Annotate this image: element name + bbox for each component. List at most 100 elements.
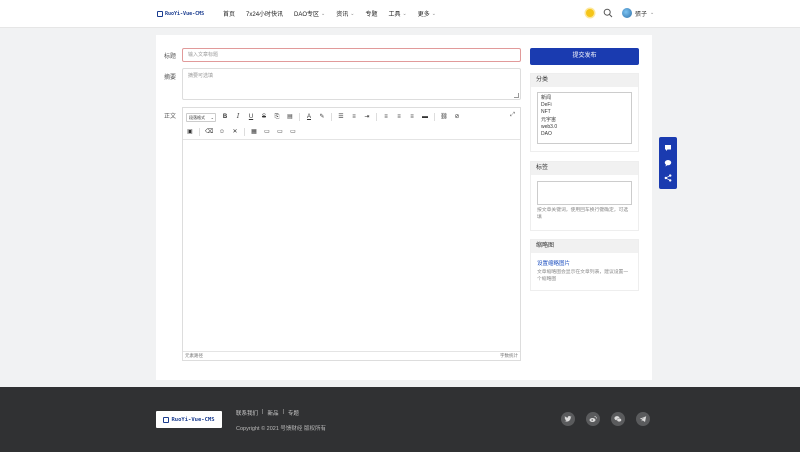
site-footer [0, 387, 800, 452]
horizontal-rule-icon[interactable]: ▭ [276, 127, 284, 137]
word-count: 字数统计 [500, 353, 518, 358]
nav-item-6[interactable]: 更多 ⌄ [418, 9, 436, 19]
link-icon[interactable]: ⛓ [440, 112, 448, 122]
footer-link-news[interactable]: 新品 [267, 409, 278, 417]
code-block-icon[interactable]: ▭ [263, 127, 271, 137]
footer-link-topics[interactable]: 专题 [288, 409, 299, 417]
category-option[interactable]: web3.0 [541, 124, 628, 131]
toolbar-divider [434, 113, 435, 121]
editor-toolbar: 段落格式 ⌄ B I U S ⎘ ▤ A ✎ ☰ ≡ ⇥ ≡ ≡ ≡ ▬ ⛓ ⊘ … [183, 108, 520, 140]
social-links [561, 412, 650, 426]
align-center-icon[interactable]: ≡ [395, 112, 403, 122]
site-logo[interactable]: RuoYi-Vue-CMS [157, 9, 204, 18]
underline-icon[interactable]: U [247, 112, 255, 122]
thumbnail-hint: 文章缩略图会显示在文章列表，建议设置一个缩略图 [537, 270, 629, 282]
nav-item-label: 资讯 [336, 12, 349, 18]
twitter-icon [564, 416, 572, 422]
image-icon[interactable]: ▣ [186, 127, 194, 137]
editor-statusbar: 元素路径 字数统计 [183, 351, 520, 360]
unlink-icon[interactable]: ⊘ [453, 112, 461, 122]
logo-text: RuoYi-Vue-CMS [165, 10, 205, 17]
paste-text-icon[interactable]: ⎘ [273, 112, 281, 122]
telegram-button[interactable] [636, 412, 650, 426]
nav-item-3[interactable]: 资讯 ⌄ [336, 9, 355, 19]
category-listbox[interactable]: 新闻 DeFi NFT 元宇宙 web3.0 DAO [537, 92, 632, 144]
set-thumbnail-link[interactable]: 设置缩略图片 [537, 259, 632, 267]
emoji-icon[interactable]: ☺ [218, 127, 226, 137]
summary-label: 摘要 [164, 75, 177, 81]
telegram-icon [639, 416, 647, 422]
category-option[interactable]: DeFi [541, 102, 628, 109]
footer-links: 联系我们 | 新品 | 专题 [236, 409, 299, 417]
category-option[interactable]: 元宇宙 [541, 117, 628, 124]
comment-icon[interactable] [664, 144, 672, 152]
category-option[interactable]: 新闻 [541, 95, 628, 102]
nav-item-1[interactable]: 7x24小时快讯 [246, 9, 283, 18]
remove-format-icon[interactable]: ✕ [231, 127, 239, 137]
thumbnail-panel: 缩略图 设置缩略图片 文章缩略图会显示在文章列表，建议设置一个缩略图 [530, 239, 639, 291]
highlight-color-icon[interactable]: ✎ [318, 112, 326, 122]
nav-item-2[interactable]: DAO专区 ⌄ [294, 9, 326, 19]
italic-icon[interactable]: I [234, 112, 242, 122]
paste-word-icon[interactable]: ▤ [286, 112, 294, 122]
summary-textarea[interactable]: 摘要可选填 [182, 68, 521, 100]
category-panel-title: 分类 [531, 74, 638, 87]
indent-icon[interactable]: ⇥ [363, 112, 371, 122]
font-color-icon[interactable]: A [305, 112, 313, 122]
logo-mark-icon [157, 10, 163, 17]
user-menu[interactable]: 張子 ⌄ [622, 8, 654, 18]
nav-item-label: DAO专区 [294, 12, 320, 18]
align-justify-icon[interactable]: ▬ [421, 112, 429, 122]
footer-logo[interactable]: RuoYi-Vue-CMS [156, 411, 222, 428]
rich-text-editor: 段落格式 ⌄ B I U S ⎘ ▤ A ✎ ☰ ≡ ⇥ ≡ ≡ ≡ ▬ ⛓ ⊘ … [182, 107, 521, 361]
table-icon[interactable]: ▦ [250, 127, 258, 137]
block-format-select[interactable]: 段落格式 ⌄ [186, 112, 216, 122]
chevron-down-icon: ⌄ [350, 10, 355, 17]
numbered-list-icon[interactable]: ≡ [350, 112, 358, 122]
chevron-down-icon: ⌄ [650, 10, 655, 16]
chat-icon[interactable] [664, 159, 672, 167]
bold-icon[interactable]: B [221, 112, 229, 122]
align-right-icon[interactable]: ≡ [408, 112, 416, 122]
nav-item-0[interactable]: 首页 [223, 9, 235, 18]
fullscreen-icon[interactable]: ⤢ [510, 112, 515, 119]
chevron-down-icon: ⌄ [402, 10, 407, 17]
summary-placeholder: 摘要可选填 [188, 73, 214, 79]
share-icon[interactable] [664, 174, 672, 182]
footer-link-contact[interactable]: 联系我们 [236, 409, 258, 417]
eraser-icon[interactable]: ⌫ [205, 127, 213, 137]
chevron-down-icon: ⌄ [431, 10, 436, 17]
submit-publish-button[interactable]: 提交发布 [530, 48, 639, 65]
tags-panel: 标签 按文章关键词，使用回车换行键确定，可选填 [530, 161, 639, 231]
footer-link-separator: | [282, 409, 284, 415]
weibo-icon [589, 416, 597, 422]
footer-link-separator: | [262, 409, 264, 415]
category-option[interactable]: NFT [541, 109, 628, 116]
tags-hint: 按文章关键词，使用回车换行键确定，可选填 [537, 208, 629, 220]
theme-toggle-sun-icon[interactable] [586, 9, 594, 17]
category-panel: 分类 新闻 DeFi NFT 元宇宙 web3.0 DAO [530, 73, 639, 152]
weibo-button[interactable] [586, 412, 600, 426]
avatar [622, 8, 632, 18]
top-navbar: RuoYi-Vue-CMS 首页 7x24小时快讯 DAO专区 ⌄ 资讯 ⌄ 专题 工具 ⌄ 更多… [0, 0, 800, 28]
bullet-list-icon[interactable]: ☰ [337, 112, 345, 122]
tags-input[interactable] [537, 181, 632, 205]
category-option[interactable]: DAO [541, 131, 628, 138]
nav-item-4[interactable]: 专题 [365, 9, 377, 18]
strikethrough-icon[interactable]: S [260, 112, 268, 122]
user-name: 張子 [635, 11, 648, 18]
wechat-button[interactable] [611, 412, 625, 426]
special-chars-icon[interactable]: ▭ [289, 127, 297, 137]
thumbnail-panel-title: 缩略图 [531, 240, 638, 253]
nav-item-label: 首页 [223, 12, 236, 18]
toolbar-divider [199, 128, 200, 136]
resize-handle-icon[interactable] [514, 93, 519, 98]
toolbar-divider [299, 113, 300, 121]
search-icon[interactable] [603, 8, 613, 18]
chevron-down-icon: ⌄ [321, 10, 326, 17]
main-nav: 首页 7x24小时快讯 DAO专区 ⌄ 资讯 ⌄ 专题 工具 ⌄ 更多 ⌄ [223, 9, 436, 19]
nav-item-5[interactable]: 工具 ⌄ [388, 9, 407, 19]
twitter-button[interactable] [561, 412, 575, 426]
title-input[interactable]: 输入文章标题 [182, 48, 521, 62]
align-left-icon[interactable]: ≡ [382, 112, 390, 122]
